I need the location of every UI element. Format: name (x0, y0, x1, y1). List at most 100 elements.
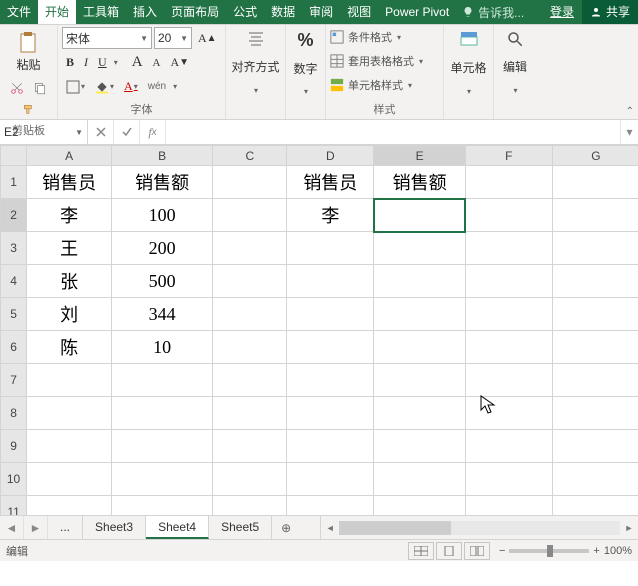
sheet-tab-overflow[interactable]: ... (48, 516, 83, 539)
cell-A9[interactable] (27, 430, 112, 463)
cell-B3[interactable]: 200 (112, 232, 213, 265)
tab-toolbox[interactable]: 工具箱 (76, 0, 126, 24)
row-header-11[interactable]: 11 (1, 496, 27, 516)
sheet-nav-next[interactable]: ► (24, 516, 48, 539)
row-header-5[interactable]: 5 (1, 298, 27, 331)
conditional-formatting-button[interactable]: 条件格式▾ (330, 27, 439, 47)
sheet-nav-prev[interactable]: ◄ (0, 516, 24, 539)
tab-data[interactable]: 数据 (264, 0, 302, 24)
cell-F3[interactable] (465, 232, 552, 265)
chevron-down-icon[interactable]: ▾ (467, 87, 471, 96)
cell-F4[interactable] (465, 265, 552, 298)
cell-styles-button[interactable]: 单元格样式▾ (330, 75, 439, 95)
cell-C5[interactable] (213, 298, 287, 331)
cell-F2[interactable] (465, 199, 552, 232)
format-as-table-button[interactable]: 套用表格格式▾ (330, 51, 439, 71)
tab-powerpivot[interactable]: Power Pivot (378, 0, 456, 24)
select-all-corner[interactable] (1, 146, 27, 166)
grow-font-button[interactable]: A (128, 51, 147, 74)
chevron-down-icon[interactable]: ▾ (513, 86, 517, 95)
cell-G9[interactable] (552, 430, 638, 463)
cell-F8[interactable] (465, 397, 552, 430)
zoom-knob[interactable] (547, 545, 553, 557)
paste-button[interactable]: 粘贴 (12, 27, 44, 76)
zoom-out-button[interactable]: − (499, 545, 505, 557)
cell-A3[interactable]: 王 (27, 232, 112, 265)
cell-G8[interactable] (552, 397, 638, 430)
align-center-button[interactable] (243, 27, 269, 51)
row-header-9[interactable]: 9 (1, 430, 27, 463)
sheet-tab-sheet4[interactable]: Sheet4 (146, 516, 209, 539)
cell-B9[interactable] (112, 430, 213, 463)
tab-view[interactable]: 视图 (340, 0, 378, 24)
cell-C1[interactable] (213, 166, 287, 199)
zoom-slider[interactable] (509, 549, 589, 553)
zoom-value[interactable]: 100% (604, 545, 632, 557)
format-painter-button[interactable] (18, 100, 40, 120)
cell-A7[interactable] (27, 364, 112, 397)
cell-C3[interactable] (213, 232, 287, 265)
cell-A6[interactable]: 陈 (27, 331, 112, 364)
italic-button[interactable]: I (80, 52, 92, 73)
cells-caption[interactable]: 单元格 (448, 59, 489, 76)
cell-G7[interactable] (552, 364, 638, 397)
cell-G5[interactable] (552, 298, 638, 331)
tab-page-layout[interactable]: 页面布局 (164, 0, 226, 24)
chevron-down-icon[interactable]: ▾ (254, 86, 258, 95)
cell-B6[interactable]: 10 (112, 331, 213, 364)
cell-D10[interactable] (287, 463, 374, 496)
cell-E7[interactable] (374, 364, 465, 397)
cell-G4[interactable] (552, 265, 638, 298)
scroll-right-button[interactable]: ► (622, 521, 636, 535)
cell-B1[interactable]: 销售额 (112, 166, 213, 199)
cell-D2[interactable]: 李 (287, 199, 374, 232)
font-color-button[interactable]: A▾ (120, 76, 142, 97)
cell-E8[interactable] (374, 397, 465, 430)
cell-E4[interactable] (374, 265, 465, 298)
cell-E2[interactable] (374, 199, 465, 232)
cell-A1[interactable]: 销售员 (27, 166, 112, 199)
tab-home[interactable]: 开始 (38, 0, 76, 24)
cell-C4[interactable] (213, 265, 287, 298)
expand-formula-bar-button[interactable]: ▾ (620, 120, 638, 144)
cells-format-button[interactable] (455, 27, 483, 53)
cell-G1[interactable] (552, 166, 638, 199)
cell-C8[interactable] (213, 397, 287, 430)
insert-function-button[interactable]: fx (140, 120, 166, 144)
font-name-select[interactable]: 宋体▼ (62, 27, 152, 49)
font-size-select[interactable]: 20▼ (154, 27, 192, 49)
cell-A11[interactable] (27, 496, 112, 516)
editing-caption[interactable]: 编辑 (498, 58, 532, 75)
cell-D3[interactable] (287, 232, 374, 265)
column-header-D[interactable]: D (287, 146, 374, 166)
row-header-8[interactable]: 8 (1, 397, 27, 430)
row-header-6[interactable]: 6 (1, 331, 27, 364)
tab-file[interactable]: 文件 (0, 0, 38, 24)
cell-D9[interactable] (287, 430, 374, 463)
cell-E5[interactable] (374, 298, 465, 331)
add-sheet-button[interactable]: ⊕ (272, 516, 300, 539)
cell-F10[interactable] (465, 463, 552, 496)
scroll-left-button[interactable]: ◄ (323, 521, 337, 535)
tab-review[interactable]: 审阅 (302, 0, 340, 24)
cut-button[interactable] (6, 78, 28, 98)
cell-B10[interactable] (112, 463, 213, 496)
column-header-F[interactable]: F (465, 146, 552, 166)
cell-D1[interactable]: 销售员 (287, 166, 374, 199)
column-header-C[interactable]: C (213, 146, 287, 166)
column-header-E[interactable]: E (374, 146, 465, 166)
cell-B4[interactable]: 500 (112, 265, 213, 298)
cell-B5[interactable]: 344 (112, 298, 213, 331)
cell-D11[interactable] (287, 496, 374, 516)
normal-view-button[interactable] (408, 542, 434, 560)
sheet-tab-sheet3[interactable]: Sheet3 (83, 516, 146, 539)
cell-D6[interactable] (287, 331, 374, 364)
column-header-B[interactable]: B (112, 146, 213, 166)
column-header-A[interactable]: A (27, 146, 112, 166)
bold-button[interactable]: B (62, 52, 78, 73)
cell-D5[interactable] (287, 298, 374, 331)
cell-B11[interactable] (112, 496, 213, 516)
cell-E1[interactable]: 销售额 (374, 166, 465, 199)
cell-D8[interactable] (287, 397, 374, 430)
cell-C6[interactable] (213, 331, 287, 364)
